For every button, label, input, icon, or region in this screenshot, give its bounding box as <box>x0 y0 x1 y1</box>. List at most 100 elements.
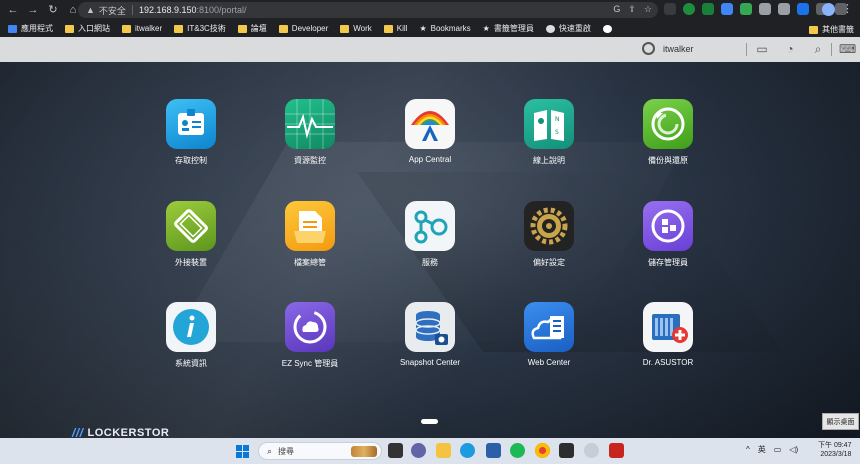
bookmark-item[interactable]: 應用程式 <box>8 23 53 34</box>
bookmark-item[interactable]: 入口網站 <box>65 23 110 34</box>
app-icon[interactable] <box>584 443 599 458</box>
print-icon[interactable] <box>778 3 790 15</box>
app-label: 儲存管理員 <box>648 258 688 267</box>
bookmark-item[interactable]: 論壇 <box>237 23 267 34</box>
chrome-icon[interactable] <box>535 443 550 458</box>
taskbar-search[interactable]: ⌕ 搜尋 <box>258 442 382 460</box>
task-view-icon[interactable] <box>388 443 403 458</box>
search-icon[interactable]: ⌕ <box>811 42 825 56</box>
apps-grid-icon <box>8 24 17 33</box>
app-backup-restore[interactable]: 備份與還原 <box>623 99 713 166</box>
app-ez-sync[interactable]: EZ Sync 管理員 <box>265 302 355 369</box>
bookmark-item[interactable]: itwalker <box>122 24 162 33</box>
app-dr-asustor[interactable]: Dr. ASUSTOR <box>623 302 713 367</box>
taskbar-clock[interactable]: 下午 09:47 2023/3/18 <box>818 441 851 459</box>
clock-date: 2023/3/18 <box>820 451 852 458</box>
bookmark-item[interactable]: Kill <box>383 24 407 33</box>
filezilla-icon[interactable] <box>609 443 624 458</box>
bookmark-star-icon[interactable]: ☆ <box>644 4 652 15</box>
app-preferences[interactable]: 偏好設定 <box>504 201 594 268</box>
other-bookmarks[interactable]: 其他書籤 <box>809 24 854 35</box>
search-placeholder: 搜尋 <box>278 446 295 456</box>
reload-icon[interactable]: ↻ <box>46 3 60 17</box>
app-online-help[interactable]: NS 線上說明 <box>504 99 594 166</box>
bookmark-item[interactable]: Work <box>340 24 372 33</box>
folder-icon <box>340 24 350 33</box>
extensions-bar <box>664 3 847 15</box>
folder-icon <box>65 24 74 33</box>
app-snapshot-center[interactable]: Snapshot Center <box>385 302 475 367</box>
desktop: 存取控制 資源監控 App Central NS 線上說明 備份與還原 外接裝置 <box>0 62 860 440</box>
address-bar[interactable]: ▲ 不安全 192.168.9.150 :8100/portal/ G ⇪ ☆ <box>78 2 658 18</box>
star-icon: ★ <box>482 24 490 33</box>
ime-indicator[interactable]: 英 <box>758 444 766 455</box>
message-icon[interactable]: ▭ <box>755 42 769 56</box>
menu-icon[interactable]: ⋮ <box>842 2 853 15</box>
back-icon[interactable]: ← <box>6 3 20 17</box>
bookmark-item[interactable]: ★ Bookmarks <box>419 24 470 33</box>
help-map-icon: NS <box>524 99 574 149</box>
google-icon[interactable]: G <box>613 4 620 15</box>
app-access-control[interactable]: 存取控制 <box>146 99 236 166</box>
edge-icon[interactable] <box>460 443 475 458</box>
url-path: :8100/portal/ <box>196 5 247 15</box>
bookmark-item[interactable]: IT&3C技術 <box>174 23 226 34</box>
app-label: 存取控制 <box>175 156 207 165</box>
show-desktop-button[interactable]: 顯示桌面 <box>822 413 859 430</box>
svg-text:N: N <box>555 116 560 123</box>
user-menu[interactable]: itwalker <box>642 42 694 55</box>
extension-icon[interactable] <box>664 3 676 15</box>
shield-icon[interactable] <box>740 3 752 15</box>
app-web-center[interactable]: Web Center <box>504 302 594 367</box>
extension-icon[interactable] <box>797 3 809 15</box>
extension-icon[interactable] <box>702 3 714 15</box>
app-storage-manager[interactable]: 儲存管理員 <box>623 201 713 268</box>
app-central-icon <box>405 99 455 149</box>
browser-toolbar: ← → ↻ ⌂ ▲ 不安全 192.168.9.150 :8100/portal… <box>0 0 860 20</box>
app-label: 檔案總管 <box>294 258 326 267</box>
page-indicator[interactable] <box>421 419 438 424</box>
extension-icon[interactable] <box>683 3 695 15</box>
security-label: 不安全 <box>98 5 126 16</box>
bookmarks-bar: 應用程式 入口網站 itwalker IT&3C技術 論壇 Developer … <box>0 20 860 37</box>
bookmark-item[interactable]: 快速重啟 <box>545 23 591 34</box>
app-system-info[interactable]: 系統資訊 <box>146 302 236 369</box>
profile-avatar[interactable] <box>822 3 835 16</box>
terminal-icon[interactable] <box>559 443 574 458</box>
app-file-explorer[interactable]: 檔案總管 <box>265 201 355 268</box>
username: itwalker <box>663 43 694 54</box>
spotify-icon[interactable] <box>510 443 525 458</box>
app-label: 備份與還原 <box>648 156 688 165</box>
chat-icon[interactable] <box>411 443 426 458</box>
keyboard-icon[interactable]: ⌨ <box>839 42 856 56</box>
app-external-devices[interactable]: 外接裝置 <box>146 201 236 268</box>
bookmark-item[interactable]: ★ 書籤管理員 <box>483 23 534 34</box>
store-icon[interactable] <box>486 443 501 458</box>
extension-icon[interactable] <box>759 3 771 15</box>
volume-icon[interactable]: ◁) <box>789 445 798 454</box>
app-app-central[interactable]: App Central <box>385 99 475 164</box>
header-divider <box>831 43 832 56</box>
windows-start-icon[interactable] <box>236 445 249 458</box>
app-label: 外接裝置 <box>175 258 207 267</box>
folder-icon <box>122 24 131 33</box>
network-icon[interactable]: ▭ <box>774 445 782 454</box>
bookmark-item[interactable] <box>602 24 616 33</box>
forward-icon[interactable]: → <box>26 3 40 17</box>
tray-expand-icon[interactable]: ^ <box>746 445 750 454</box>
dr-asustor-icon <box>643 302 693 352</box>
app-label: 偏好設定 <box>533 258 565 267</box>
system-tray: ^ 英 ▭ ◁) <box>746 444 798 455</box>
app-resource-monitor[interactable]: 資源監控 <box>265 99 355 166</box>
dashboard-icon[interactable]: ◔ <box>783 42 797 56</box>
translate-icon[interactable] <box>721 3 733 15</box>
app-services[interactable]: 服務 <box>385 201 475 268</box>
ez-sync-icon <box>285 302 335 352</box>
share-icon[interactable]: ⇪ <box>628 4 636 15</box>
file-explorer-icon[interactable] <box>436 443 451 458</box>
app-label: EZ Sync 管理員 <box>281 359 339 368</box>
bookmark-item[interactable]: Developer <box>278 24 328 33</box>
warning-icon: ▲ <box>86 5 95 15</box>
clock-time: 下午 09:47 <box>818 442 852 449</box>
address-bar-actions: G ⇪ ☆ <box>613 4 652 15</box>
